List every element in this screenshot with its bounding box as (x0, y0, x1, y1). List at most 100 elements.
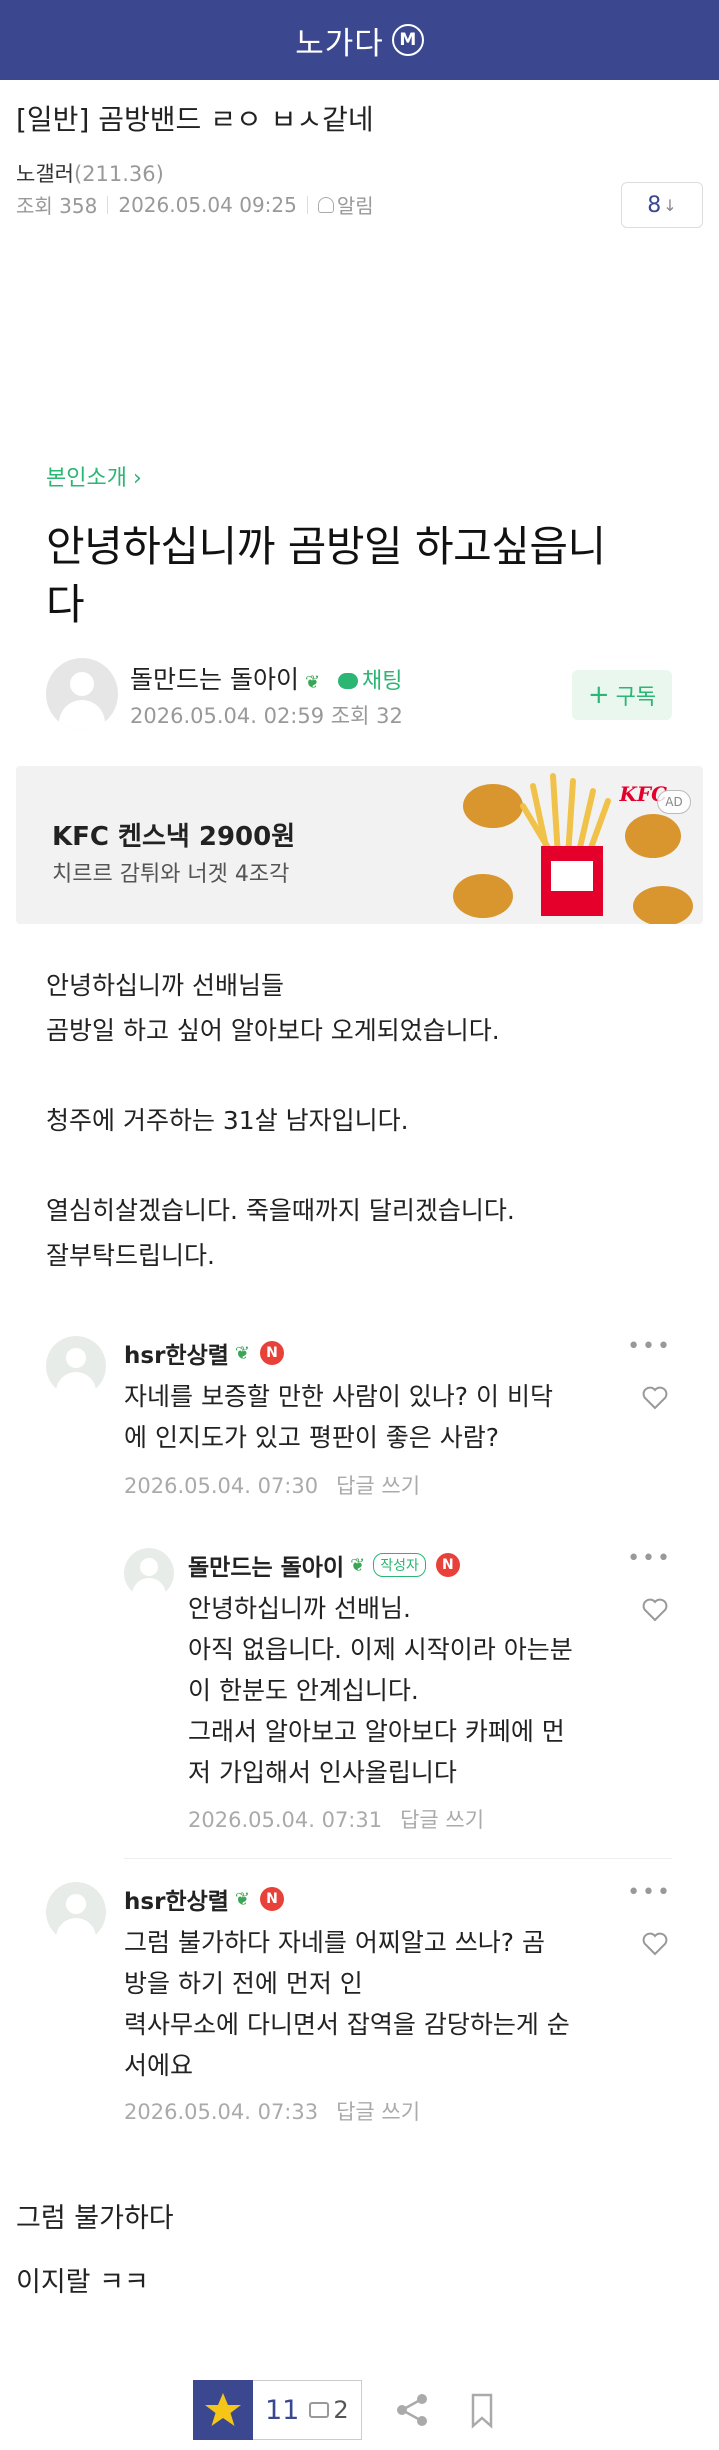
alarm-button[interactable]: 알림 (317, 190, 374, 219)
writer-badge: 작성자 (373, 1553, 426, 1577)
reply-button[interactable]: 답글 쓰기 (336, 2100, 420, 2124)
reply-button[interactable]: 답글 쓰기 (400, 1808, 484, 1832)
comment-text: 자네를 보증할 만한 사람이 있나? 이 비닥 에 인지도가 있고 평판이 좋은… (124, 1376, 553, 1458)
bottom-action-bar: 11 2 (193, 2380, 502, 2440)
heart-icon[interactable] (642, 1932, 668, 1956)
content-line (46, 1143, 686, 1188)
new-badge: N (259, 1341, 284, 1365)
avatar[interactable] (46, 1336, 106, 1396)
recommend-count-box[interactable]: 11 2 (253, 2380, 362, 2440)
comment-count-button[interactable]: 8 ↓ (621, 182, 703, 228)
post-datetime: 2026.05.04 09:25 (118, 192, 297, 217)
article-author: 돌만드는 돌아이 ❦ 채팅 (130, 660, 403, 696)
bell-icon (317, 196, 334, 213)
article-content: 안녕하십니까 선배님들 곰방일 하고 싶어 알아보다 오게되었습니다. 청주에 … (46, 963, 686, 1278)
comment-meta: 2026.05.04. 07:30 답글 쓰기 (124, 1470, 420, 1500)
alarm-label: 알림 (336, 194, 374, 218)
comment-date: 2026.05.04. 07:31 (188, 1808, 383, 1832)
app-header: 노가다 M (0, 0, 719, 80)
more-icon[interactable]: ••• (627, 1334, 672, 1359)
recommend-count: 11 (265, 2394, 300, 2426)
comment-line: 이 한분도 안계십니다. (188, 1676, 419, 1705)
comment-line: 서에요 (124, 2051, 194, 2080)
star-icon (205, 2393, 241, 2426)
comment-icon (309, 2402, 330, 2418)
mobile-badge-icon[interactable]: M (391, 24, 424, 56)
plus-icon: + (587, 680, 610, 710)
bookmark-icon[interactable] (462, 2390, 502, 2430)
post-author-ip: (211.36) (73, 162, 164, 186)
share-icon[interactable] (392, 2390, 432, 2430)
content-line (46, 1053, 686, 1098)
new-badge: N (259, 1887, 284, 1911)
comment-line: 자네를 보증할 만한 사람이 있나? 이 비닥 (124, 1382, 553, 1411)
ad-subtitle: 치르르 감튀와 너겟 4조각 (52, 862, 290, 887)
comment-text: 그럼 불가하다 자네를 어찌알고 쓰나? 곰 방을 하기 전에 먼저 인 력사무… (124, 1922, 570, 2086)
comment: hsr한상렬 ❦ N ••• 그럼 불가하다 자네를 어찌알고 쓰나? 곰 방을 하… (46, 1880, 672, 2132)
comment-line: 방을 하기 전에 먼저 인 (124, 1969, 363, 1998)
comment-line: 저 가입해서 인사올립니다 (188, 1758, 457, 1787)
arrow-down-icon: ↓ (663, 195, 677, 215)
post-author[interactable]: 노갤러(211.36) (16, 158, 703, 188)
comment-meta: 2026.05.04. 07:33 답글 쓰기 (124, 2096, 420, 2126)
reply-button[interactable]: 답글 쓰기 (336, 1474, 420, 1498)
comment-author-name: hsr한상렬 (124, 1889, 229, 1915)
article-author-name[interactable]: 돌만드는 돌아이 (130, 665, 299, 694)
comment-line: 그럼 불가하다 자네를 어찌알고 쓰나? 곰 (124, 1928, 546, 1957)
divider (124, 1858, 672, 1859)
more-icon[interactable]: ••• (627, 1880, 672, 1905)
comment-author-name: hsr한상렬 (124, 1343, 229, 1369)
chat-label: 채팅 (362, 669, 403, 694)
post-title: [일반] 곰방밴드 ㄹㅇ ㅂㅅ같네 (16, 103, 374, 136)
comment: hsr한상렬 ❦ N ••• 자네를 보증할 만한 사람이 있나? 이 비닥 에 인… (46, 1334, 672, 1506)
post-views: 조회 358 (16, 194, 98, 218)
avatar[interactable] (46, 1882, 106, 1942)
comment-line: 에 인지도가 있고 평판이 좋은 사람? (124, 1423, 500, 1452)
comment-author[interactable]: hsr한상렬 ❦ N (124, 1336, 284, 1370)
divider (306, 195, 308, 214)
sprout-icon: ❦ (234, 1888, 250, 1910)
comment-author[interactable]: hsr한상렬 ❦ N (124, 1882, 284, 1916)
chat-icon (338, 673, 359, 689)
comment-summary[interactable]: 2 (309, 2396, 349, 2424)
headline-line: 다 (46, 580, 85, 629)
post-footer-line: 그럼 불가하다 (16, 2203, 174, 2234)
divider (107, 195, 109, 214)
content-line: 곰방일 하고 싶어 알아보다 오게되었습니다. (46, 1016, 500, 1045)
content-line: 잘부탁드립니다. (46, 1241, 215, 1270)
comment-date: 2026.05.04. 07:30 (124, 1474, 319, 1498)
comment-summary-count: 2 (333, 2396, 349, 2424)
heart-icon[interactable] (642, 1386, 668, 1410)
headline-line: 안녕하십니까 곰방일 하고싶읍니 (46, 522, 606, 571)
comment-line: 력사무소에 다니면서 잡역을 감당하는게 순 (124, 2010, 570, 2039)
post-footer-line: 이지랄 ㅋㅋ (16, 2267, 149, 2298)
post-header: [일반] 곰방밴드 ㄹㅇ ㅂㅅ같네 노갤러(211.36) 조회 358 202… (16, 98, 703, 228)
article-headline: 안녕하십니까 곰방일 하고싶읍니 다 (46, 518, 676, 634)
recommend-button[interactable] (193, 2380, 253, 2440)
heart-icon[interactable] (642, 1598, 668, 1622)
ad-banner[interactable]: KFC 켄스낵 2900원 치르르 감튀와 너겟 4조각 KFC AD (16, 766, 703, 924)
avatar[interactable] (124, 1548, 174, 1598)
app-title[interactable]: 노가다 (295, 18, 384, 63)
sprout-icon: ❦ (304, 672, 321, 693)
new-badge: N (435, 1553, 460, 1577)
content-line: 청주에 거주하는 31살 남자입니다. (46, 1106, 409, 1135)
chevron-right-icon: › (132, 466, 142, 491)
ad-badge[interactable]: AD (657, 790, 691, 814)
more-icon[interactable]: ••• (627, 1546, 672, 1571)
comment-date: 2026.05.04. 07:33 (124, 2100, 319, 2124)
chat-link[interactable]: 채팅 (338, 669, 403, 694)
content-line: 열심히살겠습니다. 죽을때까지 달리겠습니다. (46, 1196, 515, 1225)
comment-reply: 돌만드는 돌아이 ❦ 작성자 N ••• 안녕하십니까 선배님. 아직 없읍니다. 이… (124, 1546, 672, 1838)
comment-author-name: 돌만드는 돌아이 (188, 1555, 345, 1581)
article-header: 본인소개 › 안녕하십니까 곰방일 하고싶읍니 다 (46, 460, 676, 634)
avatar[interactable] (46, 658, 118, 730)
comment-meta: 2026.05.04. 07:31 답글 쓰기 (188, 1804, 484, 1834)
comment-count: 8 (647, 192, 662, 218)
category-label: 본인소개 (46, 466, 127, 491)
comment-author[interactable]: 돌만드는 돌아이 ❦ 작성자 N (188, 1548, 460, 1582)
comment-text: 안녕하십니까 선배님. 아직 없읍니다. 이제 시작이라 아는분 이 한분도 안… (188, 1588, 573, 1793)
post-author-name: 노갤러 (16, 162, 74, 186)
subscribe-button[interactable]: + 구독 (572, 670, 672, 720)
category-link[interactable]: 본인소개 › (46, 460, 676, 492)
